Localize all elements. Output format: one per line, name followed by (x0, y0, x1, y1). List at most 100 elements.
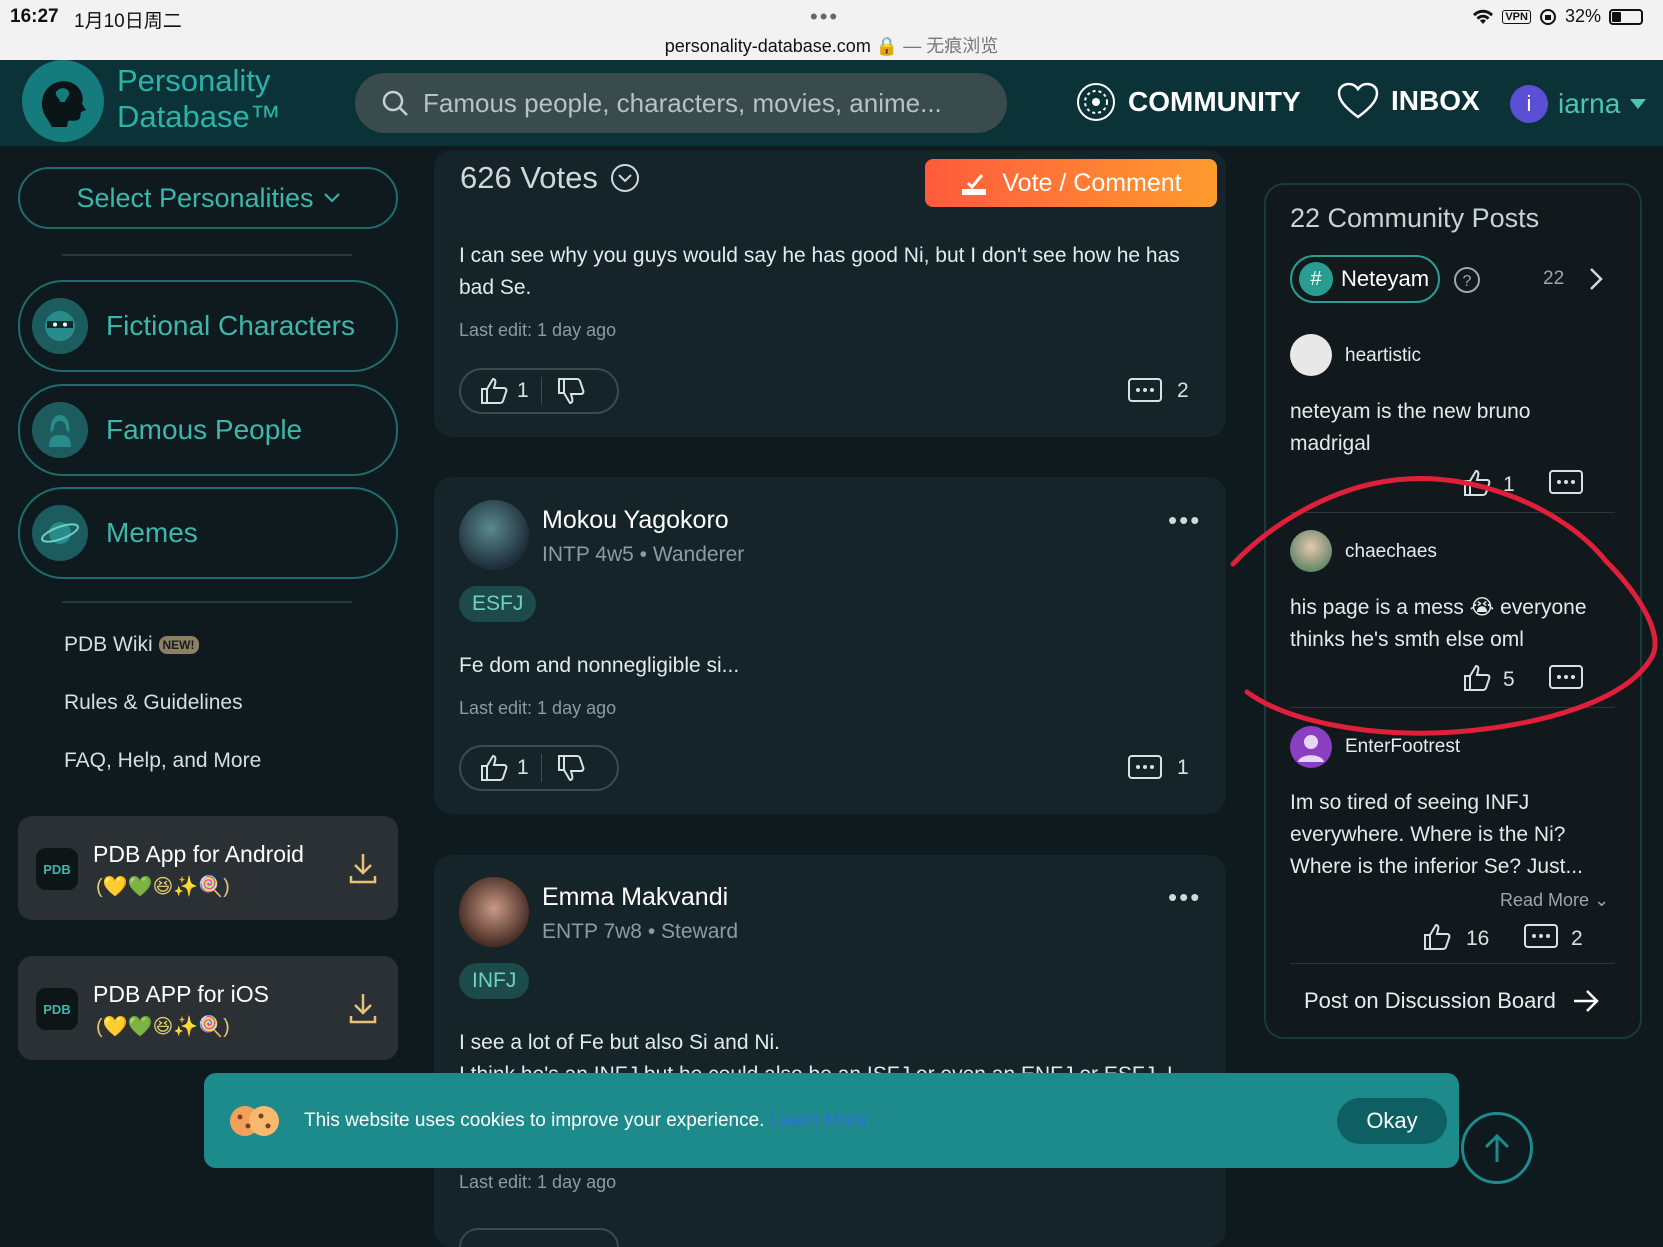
app-emoji: (💛💚😆✨🍭) (96, 1016, 230, 1038)
logo-icon[interactable] (22, 60, 104, 142)
vote-tag: ESFJ (459, 586, 537, 622)
select-personalities-button[interactable]: Select Personalities (18, 167, 398, 229)
inbox-nav[interactable]: INBOX (1337, 82, 1480, 120)
user-avatar[interactable] (1290, 334, 1332, 376)
comment-text: I can see why you guys would say he has … (459, 244, 1180, 299)
caret-down-icon (1630, 99, 1647, 109)
app-title: PDB APP for iOS (93, 981, 269, 1007)
vote-controls: 1 (459, 745, 619, 791)
link-label: PDB Wiki (64, 633, 153, 656)
vpn-badge: VPN (1502, 9, 1531, 24)
android-app-card[interactable]: PDB PDB App for Android (💛💚😆✨🍭) (18, 816, 398, 920)
comment-text: Fe dom and nonnegligible si... (459, 654, 740, 677)
votes-toggle[interactable]: 626 Votes (460, 160, 640, 196)
vote-controls: 1 (459, 368, 619, 414)
vote-comment-label: Vote / Comment (1002, 168, 1182, 197)
planet-icon (32, 505, 88, 561)
link-faq[interactable]: FAQ, Help, and More (64, 749, 261, 773)
vote-tag: INFJ (459, 963, 530, 999)
link-pdb-wiki[interactable]: PDB Wiki NEW! (64, 633, 199, 657)
cookie-icon (230, 1105, 279, 1136)
cookie-text: This website uses cookies to improve you… (304, 1109, 765, 1131)
svg-text:?: ? (1463, 273, 1472, 290)
post-count: 22 (1543, 268, 1565, 289)
category-label: Famous People (106, 414, 303, 445)
new-badge: NEW! (158, 636, 199, 655)
like-count: 16 (1466, 927, 1490, 950)
community-label: COMMUNITY (1128, 86, 1301, 117)
logo-line-2: Database™ (117, 99, 281, 134)
comment-count: 1 (1177, 756, 1189, 779)
commenter-type: ENTP 7w8 • Steward (542, 920, 739, 943)
last-edit: Last edit: 1 day ago (459, 320, 617, 340)
logo-line-1: Personality (117, 63, 271, 98)
status-date: 1月10日周二 (74, 11, 182, 32)
scroll-top-button[interactable] (1461, 1112, 1533, 1184)
download-icon[interactable] (348, 992, 378, 1024)
comment-icon (1128, 755, 1162, 779)
ios-app-card[interactable]: PDB PDB APP for iOS (💛💚😆✨🍭) (18, 956, 398, 1060)
address-bar[interactable]: personality-database.com 🔒 — 无痕浏览 (0, 32, 1663, 58)
battery-percent: 32% (1564, 6, 1601, 26)
like-count: 1 (517, 756, 529, 779)
last-edit: Last edit: 1 day ago (459, 1172, 617, 1192)
category-memes[interactable]: Memes (18, 487, 398, 579)
comment-text-cut: I think he's an INFJ but he could also b… (459, 1059, 1199, 1073)
status-time: 16:27 (10, 6, 59, 27)
category-label: Fictional Characters (106, 310, 355, 341)
divider (62, 254, 352, 256)
learn-more-link[interactable]: Learn More (770, 1110, 867, 1132)
annotation-circle (1230, 476, 1658, 736)
community-nav[interactable]: COMMUNITY (1076, 82, 1301, 122)
ballot-icon (962, 174, 987, 195)
comments-button[interactable]: 1 (1127, 754, 1189, 782)
category-famous-people[interactable]: Famous People (18, 384, 398, 476)
comment-icon[interactable] (1523, 923, 1559, 951)
post-author[interactable]: heartistic (1345, 345, 1421, 367)
select-personalities-label: Select Personalities (76, 182, 314, 213)
more-options-icon[interactable]: ••• (1168, 505, 1201, 536)
okay-button[interactable]: Okay (1337, 1098, 1447, 1144)
chevron-down-icon (323, 193, 340, 203)
help-icon[interactable]: ? (1453, 266, 1481, 294)
community-icon (1077, 83, 1115, 121)
category-label: Memes (106, 517, 198, 548)
chevron-down-icon: ⌄ (1594, 890, 1610, 910)
read-more-link[interactable]: Read More ⌄ (1500, 890, 1609, 911)
thumbs-up-icon[interactable] (479, 376, 509, 406)
vote-comment-button[interactable]: Vote / Comment (925, 159, 1217, 207)
thumbs-up-icon[interactable] (1422, 922, 1452, 952)
category-fictional-characters[interactable]: Fictional Characters (18, 280, 398, 372)
comments-button[interactable]: 2 (1127, 377, 1189, 405)
thumbs-up-icon[interactable] (479, 753, 509, 783)
chevron-right-icon[interactable] (1588, 267, 1604, 291)
ninja-icon (32, 298, 88, 354)
comment-count: 2 (1177, 379, 1189, 402)
more-options-icon[interactable]: ••• (1168, 882, 1201, 913)
inbox-label: INBOX (1391, 85, 1480, 116)
search-bar[interactable] (355, 73, 1007, 133)
logo-text[interactable]: Personality Database™ (117, 63, 281, 135)
link-rules[interactable]: Rules & Guidelines (64, 691, 243, 715)
user-avatar[interactable] (459, 877, 529, 947)
arrow-right-icon (1573, 990, 1599, 1012)
user-menu[interactable]: i iarna (1510, 85, 1647, 123)
hashtag-chip[interactable]: # Neteyam (1290, 255, 1440, 303)
thumbs-down-icon[interactable] (556, 753, 586, 783)
votes-count: 626 Votes (460, 160, 598, 195)
lock-icon: 🔒 (875, 36, 899, 56)
commenter-name[interactable]: Emma Makvandi (542, 883, 728, 912)
divider (1290, 963, 1615, 964)
thumbs-down-icon[interactable] (556, 376, 586, 406)
hashtag-label: Neteyam (1341, 266, 1430, 291)
app-emoji: (💛💚😆✨🍭) (96, 876, 230, 898)
user-avatar[interactable] (459, 500, 529, 570)
commenter-name[interactable]: Mokou Yagokoro (542, 506, 729, 535)
download-icon[interactable] (348, 852, 378, 884)
wifi-icon (1473, 9, 1494, 24)
status-bar: 16:27 1月10日周二 ••• personality-database.c… (0, 0, 1663, 60)
hashtag-icon: # (1299, 262, 1333, 296)
search-input[interactable] (423, 87, 983, 119)
post-discussion-button[interactable]: Post on Discussion Board (1304, 988, 1600, 1014)
browser-more-icon[interactable]: ••• (810, 4, 839, 30)
